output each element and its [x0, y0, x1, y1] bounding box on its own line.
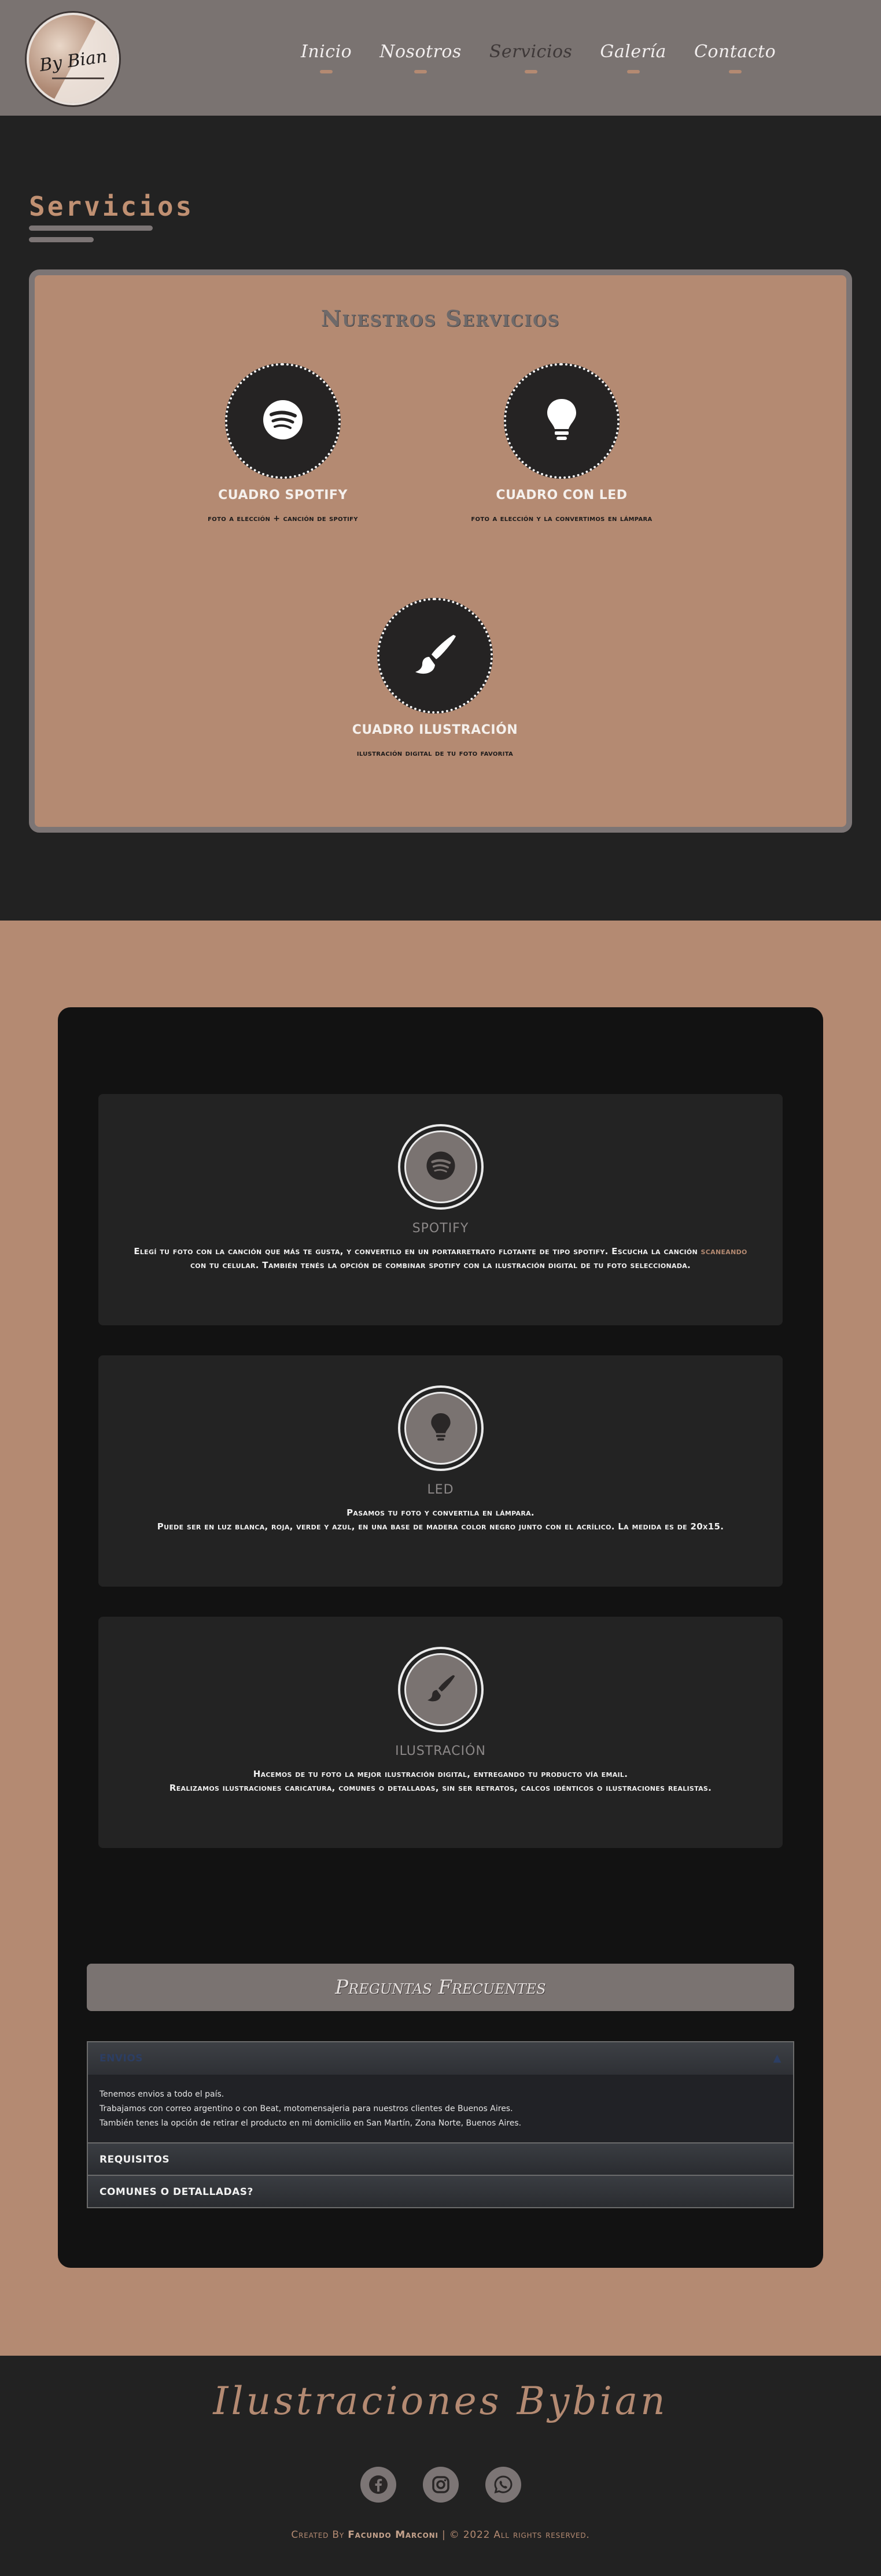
service-title: CUADRO CON LED: [496, 488, 628, 502]
faq-answer: Tenemos envios a todo el país. Trabajamo…: [88, 2075, 793, 2142]
faq-item-label: COMUNES O DETALLADAS?: [99, 2186, 253, 2198]
service-icon-circle: [504, 363, 620, 479]
faq-answer-line: Trabajamos con correo argentino o con Be…: [99, 2104, 513, 2113]
faq-item-requisitos[interactable]: REQUISITOS: [88, 2142, 793, 2175]
detail-text-part: Elegí tu foto con la canción que más te …: [134, 1246, 701, 1256]
chevron-up-icon[interactable]: ▲: [773, 2042, 782, 2075]
brand-logo[interactable]: By Bian: [27, 13, 119, 105]
lightbulb-icon: [544, 397, 579, 445]
site-footer: Ilustraciones Bybian Created By Facundo …: [0, 2356, 881, 2576]
detail-title: SPOTIFY: [412, 1221, 469, 1236]
service-title: CUADRO ILUSTRACIÓN: [352, 723, 518, 737]
detail-title: ILUSTRACIÓN: [395, 1744, 486, 1758]
detail-card-spotify: SPOTIFY Elegí tu foto con la canción que…: [98, 1094, 783, 1325]
nav-underline: [626, 70, 640, 73]
facebook-icon[interactable]: [360, 2467, 396, 2503]
detail-icon-ring: [397, 1124, 484, 1210]
nav-item-contacto[interactable]: Contacto: [694, 42, 776, 73]
service-card-ilustracion[interactable]: CUADRO ILUSTRACIÓN ilustración digital d…: [319, 598, 551, 758]
nav-underline: [728, 70, 742, 73]
service-desc: foto a elección + canción de spotify: [208, 514, 358, 523]
detail-text-part: con tu celular. También tenés la opción …: [190, 1260, 691, 1270]
nav-item-servicios[interactable]: Servicios: [489, 42, 573, 73]
detail-line: Pasamos tu foto y convertila en lámpara.: [346, 1507, 535, 1518]
service-icon-circle: [377, 598, 493, 714]
credit-suffix: | © 2022 All rights reserved.: [438, 2529, 590, 2541]
service-desc: foto a elección y la convertimos en lámp…: [471, 514, 653, 523]
detail-text: Pasamos tu foto y convertila en lámpara.…: [130, 1506, 751, 1533]
social-links: [0, 2467, 881, 2503]
title-decoration-bar: [29, 237, 94, 242]
faq-item-envios[interactable]: ENVIOS ▲: [88, 2042, 793, 2075]
detail-icon-ring: [397, 1385, 484, 1471]
faq-item-label: ENVIOS: [99, 2053, 143, 2064]
main-nav: Inicio Nosotros Servicios Galería Contac…: [301, 42, 776, 73]
service-title: CUADRO SPOTIFY: [218, 488, 348, 502]
instagram-icon[interactable]: [422, 2467, 459, 2503]
detail-icon-inner: [404, 1653, 477, 1726]
detail-icon-inner: [404, 1130, 477, 1203]
footer-title: Ilustraciones Bybian: [213, 2379, 668, 2423]
detail-icon-inner: [404, 1392, 477, 1465]
service-desc: ilustración digital de tu foto favorita: [356, 749, 514, 758]
faq-answer-line: También tenes la opción de retirar el pr…: [99, 2119, 522, 2128]
nav-underline: [524, 70, 537, 73]
detail-card-ilustracion: ILUSTRACIÓN Hacemos de tu foto la mejor …: [98, 1617, 783, 1848]
faq-item-comunes[interactable]: COMUNES O DETALLADAS?: [88, 2175, 793, 2207]
detail-text: Hacemos de tu foto la mejor ilustración …: [130, 1767, 751, 1795]
faq-item-label: REQUISITOS: [99, 2154, 170, 2165]
credit-author-link[interactable]: Facundo Marconi: [348, 2529, 438, 2541]
detail-line: Realizamos ilustraciones caricatura, com…: [169, 1783, 712, 1793]
nav-link-galeria[interactable]: Galería: [600, 42, 666, 62]
detail-line: Puede ser en luz blanca, roja, verde y a…: [157, 1521, 724, 1532]
spotify-icon: [262, 399, 304, 443]
paintbrush-icon: [412, 631, 458, 680]
whatsapp-icon[interactable]: [485, 2467, 521, 2503]
nav-item-inicio[interactable]: Inicio: [301, 42, 352, 73]
services-panel: Nuestros Servicios CUADRO SPOTIFY foto a…: [29, 269, 852, 833]
spotify-icon: [426, 1151, 456, 1183]
faq-heading: Preguntas Frecuentes: [87, 1964, 794, 2011]
nav-link-nosotros[interactable]: Nosotros: [379, 42, 462, 62]
copyright-text: Created By Facundo Marconi | © 2022 All …: [0, 2529, 881, 2541]
detail-text: Elegí tu foto con la canción que más te …: [130, 1244, 751, 1272]
detail-title: LED: [427, 1483, 454, 1497]
detail-line: Hacemos de tu foto la mejor ilustración …: [253, 1769, 628, 1779]
nav-link-contacto[interactable]: Contacto: [694, 42, 776, 62]
detail-highlight: scaneando: [701, 1246, 747, 1256]
faq-accordion: ENVIOS ▲ Tenemos envios a todo el país. …: [87, 2041, 794, 2208]
title-decoration-bar: [29, 226, 153, 231]
detail-card-led: LED Pasamos tu foto y convertila en lámp…: [98, 1355, 783, 1587]
service-icon-circle: [225, 363, 341, 479]
nav-link-inicio[interactable]: Inicio: [301, 42, 352, 62]
site-header: By Bian Inicio Nosotros Servicios Galerí…: [0, 0, 881, 116]
faq-answer-line: Tenemos envios a todo el país.: [99, 2090, 224, 2099]
logo-underline: [52, 77, 104, 79]
credit-prefix: Created By: [291, 2529, 348, 2541]
nav-link-servicios[interactable]: Servicios: [489, 42, 573, 62]
nav-underline: [320, 70, 333, 73]
paintbrush-icon: [425, 1673, 456, 1706]
section-title: Servicios: [29, 191, 194, 222]
nav-underline: [414, 70, 427, 73]
nav-item-galeria[interactable]: Galería: [600, 42, 666, 73]
lightbulb-icon: [429, 1411, 452, 1445]
services-heading: Nuestros Servicios: [320, 305, 561, 331]
service-card-led[interactable]: CUADRO CON LED foto a elección y la conv…: [446, 363, 677, 523]
service-card-spotify[interactable]: CUADRO SPOTIFY foto a elección + canción…: [167, 363, 399, 523]
nav-item-nosotros[interactable]: Nosotros: [379, 42, 462, 73]
detail-icon-ring: [397, 1647, 484, 1732]
